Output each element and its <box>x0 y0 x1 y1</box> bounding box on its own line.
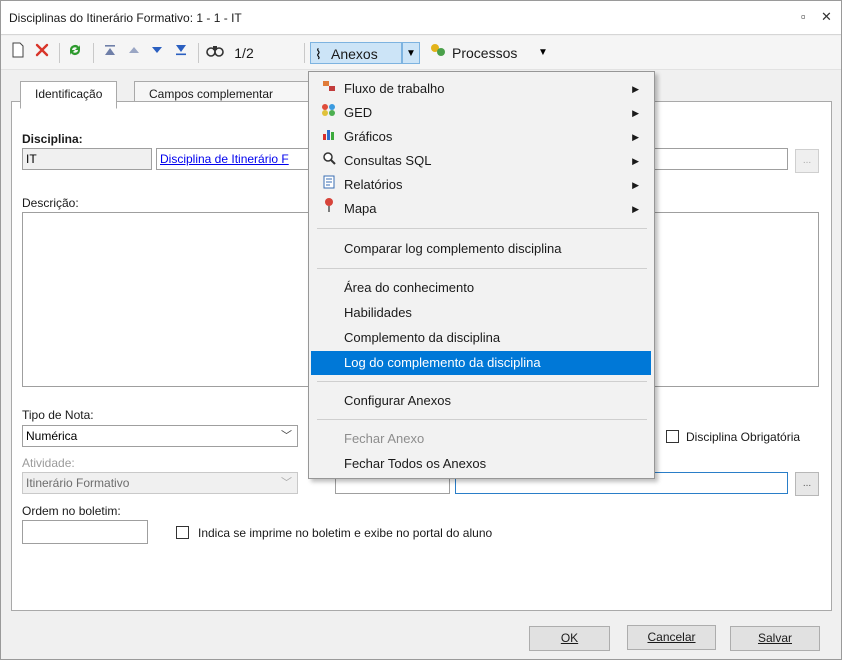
cancel-label: Cancelar <box>647 630 696 644</box>
menu-item-label: Área do conhecimento <box>344 280 475 295</box>
map-pin-icon <box>320 197 338 221</box>
toolbar-separator <box>198 43 199 63</box>
menu-item-relatorios[interactable]: Relatórios ▶ <box>311 173 651 197</box>
report-icon <box>320 173 338 197</box>
paperclip-icon: ⌇ <box>315 46 322 62</box>
anexos-menu: Fluxo de trabalho ▶ GED ▶ Gráficos ▶ Con… <box>308 71 655 479</box>
menu-item-label: Mapa <box>344 201 377 216</box>
anexos-dropdown-chevron-icon[interactable]: ▼ <box>402 42 420 64</box>
menu-item-label: Log do complemento da disciplina <box>344 355 541 370</box>
submenu-arrow-icon: ▶ <box>632 204 639 214</box>
previous-icon[interactable] <box>124 42 144 64</box>
submenu-arrow-icon: ▶ <box>632 108 639 118</box>
menu-separator <box>317 268 647 269</box>
menu-item-label: GED <box>344 105 373 120</box>
menu-item-complemento-disciplina[interactable]: Complemento da disciplina <box>311 326 651 350</box>
first-icon[interactable] <box>100 42 120 64</box>
chevron-down-icon: ﹀ <box>281 430 292 442</box>
imprime-boletim-checkbox[interactable] <box>176 526 189 539</box>
processos-chevron-down-icon[interactable]: ▼ <box>535 42 551 64</box>
menu-separator <box>317 228 647 229</box>
disciplina-code-field[interactable]: IT <box>22 148 152 170</box>
new-icon[interactable] <box>9 42 27 64</box>
atividade-select[interactable]: Itinerário Formativo ﹀ <box>22 472 298 494</box>
menu-item-label: Habilidades <box>344 305 412 320</box>
tipo-nota-select[interactable]: Numérica ﹀ <box>22 425 298 447</box>
processos-button[interactable]: Processos <box>452 42 528 64</box>
processos-icon <box>428 42 448 64</box>
menu-item-graficos[interactable]: Gráficos ▶ <box>311 125 651 149</box>
menu-item-log-complemento[interactable]: Log do complemento da disciplina <box>311 351 651 375</box>
menu-item-label: Gráficos <box>344 129 393 144</box>
menu-item-label: Fluxo de trabalho <box>344 81 445 96</box>
search-icon[interactable] <box>204 42 226 64</box>
refresh-icon[interactable] <box>65 42 85 64</box>
atividade-label: Atividade: <box>22 456 75 470</box>
sql-query-icon <box>320 149 338 173</box>
tipo-nota-value: Numérica <box>26 429 78 443</box>
anexos-label: Anexos <box>331 46 378 62</box>
disciplina-obrigatoria-label: Disciplina Obrigatória <box>686 430 801 444</box>
menu-item-label: Configurar Anexos <box>344 393 451 408</box>
cancel-button[interactable]: Cancelar <box>627 625 716 650</box>
menu-item-label: Consultas SQL <box>344 153 432 168</box>
title-bar: Disciplinas do Itinerário Formativo: 1 -… <box>1 1 841 35</box>
menu-item-fechar-todos[interactable]: Fechar Todos os Anexos <box>311 452 651 476</box>
delete-icon[interactable] <box>33 42 51 64</box>
submenu-arrow-icon: ▶ <box>632 84 639 94</box>
lookup-button[interactable]: ... <box>795 472 819 496</box>
tipo-nota-label: Tipo de Nota: <box>22 408 94 422</box>
toolbar-separator <box>59 43 60 63</box>
menu-item-label: Comparar log complemento disciplina <box>344 241 562 256</box>
menu-separator <box>317 381 647 382</box>
menu-item-fluxo-trabalho[interactable]: Fluxo de trabalho ▶ <box>311 77 651 101</box>
toolbar-separator <box>93 43 94 63</box>
menu-item-comparar-log[interactable]: Comparar log complemento disciplina <box>311 237 651 261</box>
menu-separator <box>317 419 647 420</box>
last-icon[interactable] <box>171 42 191 64</box>
submenu-arrow-icon: ▶ <box>632 180 639 190</box>
save-label: Salvar <box>757 631 792 645</box>
disciplina-label: Disciplina: <box>22 132 83 146</box>
ordem-boletim-input[interactable] <box>22 520 148 544</box>
disciplina-obrigatoria-checkbox[interactable] <box>666 430 679 443</box>
menu-item-label: Fechar Todos os Anexos <box>344 456 487 471</box>
ok-button[interactable]: OK <box>529 626 610 651</box>
menu-item-ged[interactable]: GED ▶ <box>311 101 651 125</box>
ged-icon <box>320 101 338 125</box>
restore-icon[interactable]: ▫ <box>801 9 806 24</box>
ordem-boletim-label: Ordem no boletim: <box>22 504 121 518</box>
chevron-down-icon: ﹀ <box>281 477 292 489</box>
ok-label: OK <box>560 631 579 645</box>
anexos-button[interactable]: ⌇ Anexos <box>310 42 402 64</box>
submenu-arrow-icon: ▶ <box>632 156 639 166</box>
disciplina-link[interactable]: Disciplina de Itinerário F <box>160 152 289 166</box>
window-title: Disciplinas do Itinerário Formativo: 1 -… <box>9 11 242 25</box>
save-button[interactable]: Salvar <box>730 626 820 651</box>
menu-item-label: Fechar Anexo <box>344 431 425 446</box>
menu-item-area-conhecimento[interactable]: Área do conhecimento <box>311 276 651 300</box>
menu-item-label: Complemento da disciplina <box>344 330 501 345</box>
workflow-icon <box>320 77 338 101</box>
dialog-window: Disciplinas do Itinerário Formativo: 1 -… <box>0 0 842 660</box>
atividade-value: Itinerário Formativo <box>26 476 130 490</box>
submenu-arrow-icon: ▶ <box>632 132 639 142</box>
tab-identificacao[interactable]: Identificação <box>20 81 118 109</box>
imprime-boletim-label: Indica se imprime no boletim e exibe no … <box>198 526 493 540</box>
menu-item-configurar-anexos[interactable]: Configurar Anexos <box>311 389 651 413</box>
descricao-label: Descrição: <box>22 196 79 210</box>
toolbar: 1/2 ⌇ Anexos ▼ Processos ▼ <box>1 36 841 70</box>
record-position: 1/2 <box>234 45 254 61</box>
menu-item-label: Relatórios <box>344 177 403 192</box>
toolbar-separator <box>304 43 305 63</box>
next-icon[interactable] <box>147 42 167 64</box>
close-icon[interactable]: ✕ <box>821 9 832 25</box>
menu-item-consultas-sql[interactable]: Consultas SQL ▶ <box>311 149 651 173</box>
menu-item-fechar-anexo[interactable]: Fechar Anexo <box>311 427 651 451</box>
chart-icon <box>320 125 338 149</box>
menu-item-mapa[interactable]: Mapa ▶ <box>311 197 651 221</box>
menu-item-habilidades[interactable]: Habilidades <box>311 301 651 325</box>
disciplina-lookup-button[interactable]: ... <box>795 149 819 173</box>
